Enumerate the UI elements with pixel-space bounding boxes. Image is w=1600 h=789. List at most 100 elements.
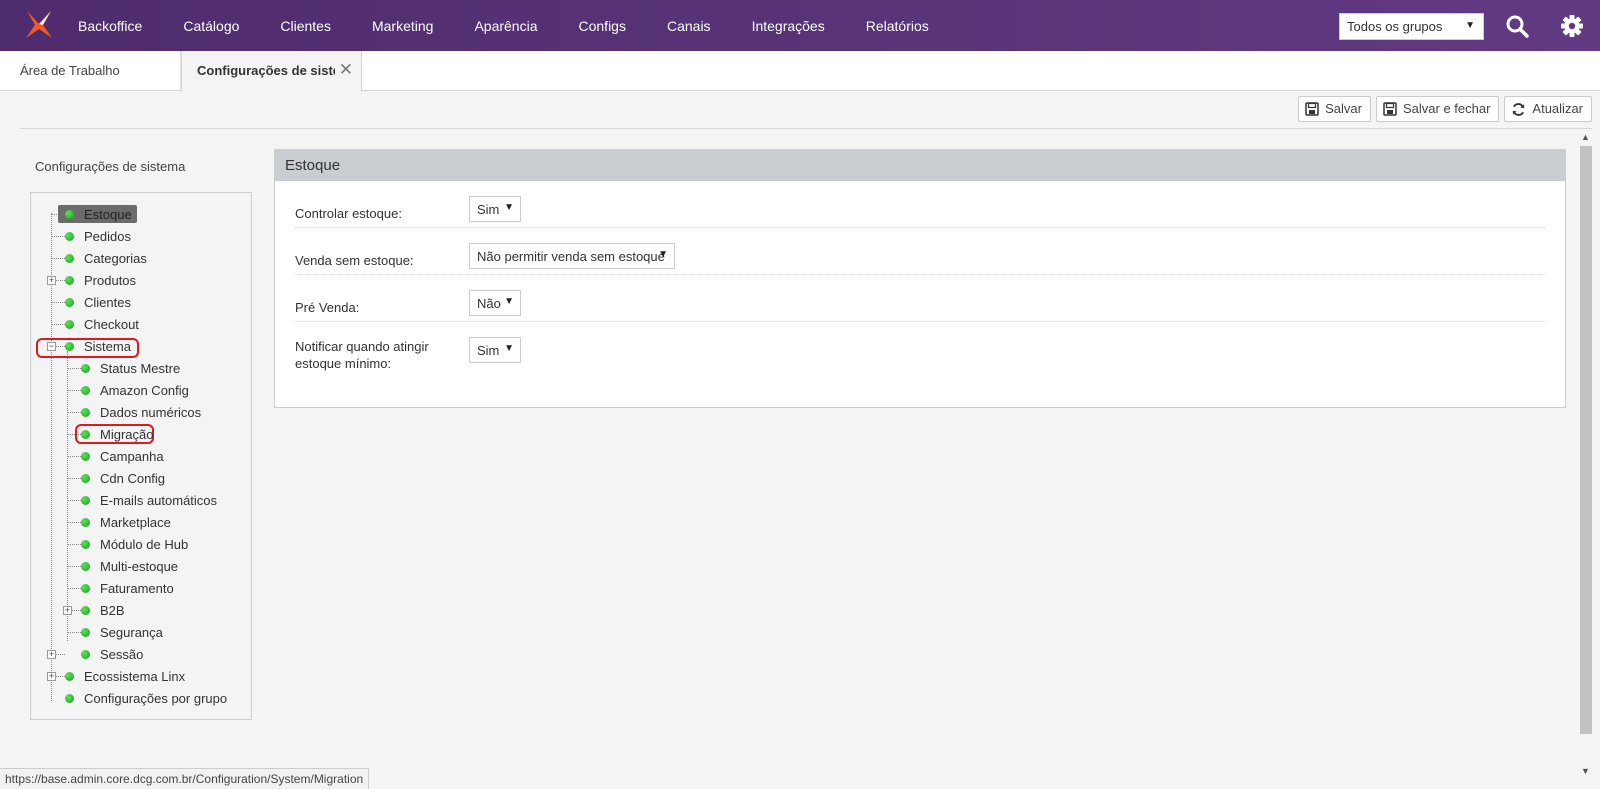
- tree-item-sistema[interactable]: Sistema: [65, 337, 133, 355]
- logo-icon[interactable]: [22, 8, 56, 42]
- tree-item-label: Multi-estoque: [100, 558, 179, 574]
- tree-item-sessao[interactable]: Sessão: [81, 645, 145, 663]
- field-label: Pré Venda:: [295, 300, 360, 315]
- tree-line: [67, 351, 68, 641]
- panel-title: Estoque: [275, 150, 1565, 181]
- status-dot-icon: [65, 671, 74, 681]
- tree-line: [67, 544, 81, 545]
- status-dot-icon: [81, 561, 90, 571]
- status-dot-icon: [81, 429, 90, 439]
- status-dot-icon: [65, 253, 74, 263]
- expand-config-grupo-icon[interactable]: +: [47, 672, 56, 681]
- tree-line: [51, 213, 52, 701]
- tab-bar: Área de Trabalho Configurações de sistem…: [0, 51, 1600, 92]
- tree-item-modulo-de-hub[interactable]: Módulo de Hub: [81, 535, 190, 553]
- field-label-line: estoque mínimo:: [295, 356, 392, 371]
- close-icon[interactable]: ✕: [339, 60, 353, 80]
- nav-clientes[interactable]: Clientes: [280, 18, 331, 34]
- status-dot-icon: [65, 275, 74, 285]
- tree-item-multi-estoque[interactable]: Multi-estoque: [81, 557, 180, 575]
- chevron-down-icon: ▼: [1465, 20, 1475, 31]
- tree-item-faturamento[interactable]: Faturamento: [81, 579, 176, 597]
- tab-configuracoes-de-sistema[interactable]: Configurações de sistema ✕: [181, 51, 362, 92]
- field-row: Pré Venda: Não ▼: [295, 275, 1545, 322]
- select-value: Sim: [477, 343, 500, 358]
- nav-marketing[interactable]: Marketing: [372, 18, 433, 34]
- status-dot-icon: [81, 473, 90, 483]
- chevron-down-icon: ▼: [504, 343, 514, 354]
- save-and-close-button[interactable]: Salvar e fechar: [1375, 96, 1500, 122]
- tree-line: [67, 478, 81, 479]
- save-button-label: Salvar: [1325, 101, 1362, 116]
- tree-line: [67, 566, 81, 567]
- tree-item-label: Categorias: [84, 250, 147, 266]
- tree-item-categorias[interactable]: Categorias: [65, 249, 149, 267]
- refresh-button[interactable]: Atualizar: [1504, 96, 1592, 122]
- tree-item-amazon-config[interactable]: Amazon Config: [81, 381, 191, 399]
- tree-item-label: Sistema: [84, 338, 131, 354]
- status-dot-icon: [81, 583, 90, 593]
- venda-sem-estoque-select[interactable]: Não permitir venda sem estoque ▼: [469, 243, 675, 269]
- tree-item-label: Cdn Config: [100, 470, 166, 486]
- tree-item-label: Segurança: [100, 624, 163, 640]
- expand-ecossistema-icon[interactable]: +: [47, 650, 56, 659]
- group-select[interactable]: Todos os grupos ▼: [1339, 13, 1484, 40]
- tree-item-migracao[interactable]: Migração: [81, 425, 155, 443]
- tree-item-cdn-config[interactable]: Cdn Config: [81, 469, 167, 487]
- save-and-close-label: Salvar e fechar: [1402, 101, 1491, 116]
- tree-item-configuracoes-por-grupo[interactable]: Configurações por grupo: [65, 689, 229, 707]
- select-value: Sim: [477, 202, 500, 217]
- tree-item-estoque[interactable]: Estoque: [58, 205, 137, 223]
- tree-item-campanha[interactable]: Campanha: [81, 447, 166, 465]
- tree-item-clientes[interactable]: Clientes: [65, 293, 133, 311]
- nav-aparencia[interactable]: Aparência: [474, 18, 537, 34]
- controlar-estoque-select[interactable]: Sim ▼: [469, 196, 521, 222]
- tree-item-b2b[interactable]: B2B: [81, 601, 127, 619]
- nav-integracoes[interactable]: Integrações: [752, 18, 825, 34]
- save-button[interactable]: Salvar: [1298, 96, 1371, 122]
- nav-configs[interactable]: Configs: [579, 18, 626, 34]
- tab-area-de-trabalho[interactable]: Área de Trabalho: [0, 51, 181, 91]
- tree-item-emails-automaticos[interactable]: E-mails automáticos: [81, 491, 219, 509]
- tree-item-marketplace[interactable]: Marketplace: [81, 513, 173, 531]
- tree-line: [51, 324, 65, 325]
- save-icon: [1383, 102, 1397, 116]
- tree-line: [51, 302, 65, 303]
- gear-icon[interactable]: [1559, 13, 1585, 39]
- group-select-value: Todos os grupos: [1347, 19, 1443, 34]
- nav-relatorios[interactable]: Relatórios: [866, 18, 929, 34]
- tree-item-label: Status Mestre: [100, 360, 181, 376]
- tree-item-dados-numericos[interactable]: Dados numéricos: [81, 403, 203, 421]
- expand-produtos-icon[interactable]: +: [47, 276, 56, 285]
- chevron-down-icon: ▼: [504, 202, 514, 213]
- tree-item-label: Módulo de Hub: [100, 536, 189, 552]
- tree-item-produtos[interactable]: Produtos: [65, 271, 138, 289]
- status-dot-icon: [65, 693, 74, 703]
- tree-item-status-mestre[interactable]: Status Mestre: [81, 359, 182, 377]
- vertical-scrollbar[interactable]: ▲ ▼: [1578, 130, 1595, 780]
- refresh-icon: [1513, 103, 1525, 116]
- tree-item-label: Marketplace: [100, 514, 171, 530]
- tree-line: [67, 588, 81, 589]
- tree-item-label: Produtos: [84, 272, 137, 288]
- select-value: Não: [477, 296, 501, 311]
- scroll-down-icon[interactable]: ▼: [1581, 766, 1590, 776]
- scrollbar-thumb[interactable]: [1580, 146, 1592, 734]
- nav-canais[interactable]: Canais: [667, 18, 711, 34]
- tree-item-seguranca[interactable]: Segurança: [81, 623, 165, 641]
- expand-seguranca-icon[interactable]: +: [63, 606, 72, 615]
- tree-line: [67, 390, 81, 391]
- status-dot-icon: [65, 231, 74, 241]
- nav-catalogo[interactable]: Catálogo: [183, 18, 239, 34]
- tree-item-checkout[interactable]: Checkout: [65, 315, 141, 333]
- tree-item-pedidos[interactable]: Pedidos: [65, 227, 133, 245]
- tree-line: [67, 632, 81, 633]
- nav-backoffice[interactable]: Backoffice: [78, 18, 142, 34]
- scroll-up-icon[interactable]: ▲: [1581, 132, 1590, 142]
- search-icon[interactable]: [1504, 13, 1530, 39]
- tree-line: [67, 368, 81, 369]
- pre-venda-select[interactable]: Não ▼: [469, 290, 521, 316]
- tree-item-ecossistema-linx[interactable]: Ecossistema Linx: [65, 667, 187, 685]
- notificar-estoque-minimo-select[interactable]: Sim ▼: [469, 337, 521, 363]
- status-dot-icon: [65, 341, 74, 351]
